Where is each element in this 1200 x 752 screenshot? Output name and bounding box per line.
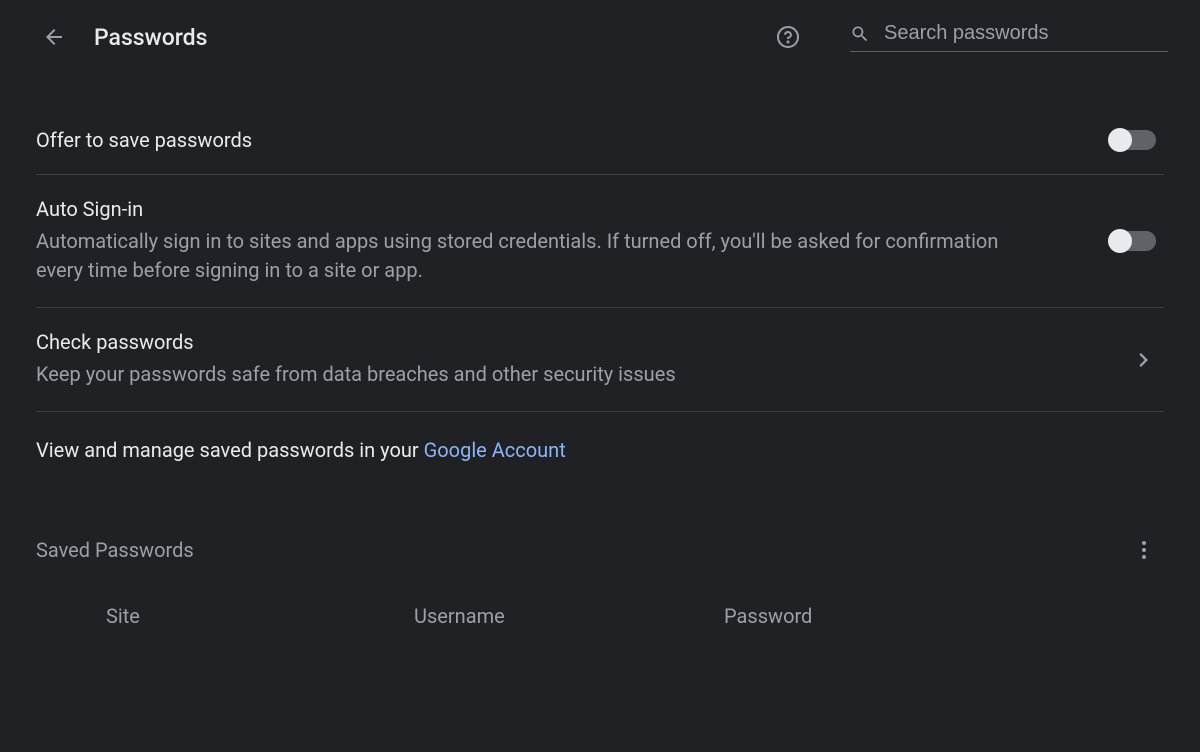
toggle-thumb bbox=[1108, 128, 1132, 152]
saved-passwords-table-header: Site Username Password bbox=[36, 580, 1164, 628]
more-options-button[interactable] bbox=[1132, 538, 1156, 562]
offer-save-toggle[interactable] bbox=[1110, 130, 1156, 150]
more-vert-icon bbox=[1132, 538, 1156, 562]
toggle-thumb bbox=[1108, 229, 1132, 253]
check-passwords-row[interactable]: Check passwords Keep your passwords safe… bbox=[36, 308, 1164, 412]
google-account-link[interactable]: Google Account bbox=[424, 438, 566, 462]
offer-save-row: Offer to save passwords bbox=[36, 122, 1164, 175]
page-title: Passwords bbox=[94, 24, 207, 51]
column-username: Username bbox=[414, 604, 724, 628]
help-button[interactable] bbox=[776, 25, 800, 49]
search-input[interactable] bbox=[884, 22, 1168, 45]
manage-link-prefix: View and manage saved passwords in your bbox=[36, 438, 424, 462]
auto-signin-row: Auto Sign-in Automatically sign in to si… bbox=[36, 175, 1164, 308]
chevron-right-icon bbox=[1139, 353, 1149, 367]
column-password: Password bbox=[724, 604, 1164, 628]
offer-save-title: Offer to save passwords bbox=[36, 128, 1110, 152]
check-passwords-chevron bbox=[1134, 350, 1154, 370]
saved-passwords-header: Saved Passwords bbox=[36, 484, 1164, 580]
check-passwords-title: Check passwords bbox=[36, 330, 1134, 354]
page-header: Passwords bbox=[0, 0, 1200, 72]
arrow-left-icon bbox=[42, 25, 66, 49]
help-icon bbox=[776, 25, 800, 49]
column-site: Site bbox=[106, 604, 414, 628]
auto-signin-toggle[interactable] bbox=[1110, 231, 1156, 251]
saved-passwords-title: Saved Passwords bbox=[36, 538, 1132, 562]
search-icon bbox=[850, 24, 870, 44]
back-button[interactable] bbox=[42, 25, 66, 49]
search-container bbox=[850, 22, 1168, 52]
check-passwords-description: Keep your passwords safe from data breac… bbox=[36, 360, 1046, 389]
auto-signin-description: Automatically sign in to sites and apps … bbox=[36, 227, 1046, 285]
auto-signin-title: Auto Sign-in bbox=[36, 197, 1110, 221]
manage-link-row: View and manage saved passwords in your … bbox=[36, 412, 1164, 484]
